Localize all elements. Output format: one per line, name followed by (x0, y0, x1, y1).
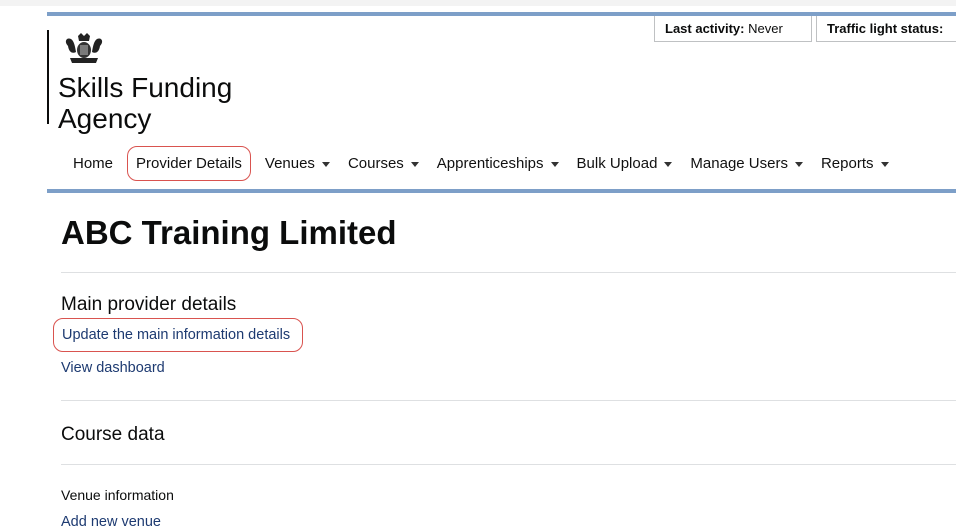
traffic-light-status: Traffic light status: (816, 16, 956, 42)
nav-item-label: Venues (264, 154, 315, 172)
course-data-heading: Course data (61, 424, 165, 445)
brand-name-line2: Agency (58, 103, 152, 134)
top-strip (0, 0, 956, 6)
venue-information-heading: Venue information (61, 487, 174, 503)
nav-item-reports[interactable]: Reports (821, 155, 889, 172)
nav-item-label: Home (73, 154, 114, 172)
nav-item-label: Reports (820, 154, 874, 172)
page-title: ABC Training Limited (61, 214, 397, 251)
nav-item-label: Provider Details (136, 154, 242, 172)
divider (61, 464, 956, 465)
brand-name-line1: Skills Funding (58, 72, 233, 103)
main-navigation: Home Provider Details Venues Courses App… (63, 145, 907, 181)
nav-item-bulk-upload[interactable]: Bulk Upload (577, 155, 673, 172)
royal-crest-icon (60, 32, 106, 66)
nav-item-manage-users[interactable]: Manage Users (690, 155, 803, 172)
divider (61, 272, 956, 273)
divider (61, 400, 956, 401)
caret-down-icon (550, 161, 559, 167)
last-activity-label: Last activity: (665, 21, 745, 36)
brand-name[interactable]: Skills Funding Agency (58, 72, 278, 134)
nav-item-provider-details[interactable]: Provider Details (127, 145, 251, 181)
caret-down-icon (794, 161, 803, 167)
nav-item-label: Bulk Upload (576, 154, 658, 172)
main-provider-details-heading: Main provider details (61, 294, 237, 315)
update-main-information-link[interactable]: Update the main information details (53, 318, 304, 352)
caret-down-icon (880, 161, 889, 167)
traffic-light-label: Traffic light status: (827, 21, 944, 36)
caret-down-icon (321, 161, 330, 167)
nav-item-apprenticeships[interactable]: Apprenticeships (437, 155, 559, 172)
nav-item-courses[interactable]: Courses (348, 155, 419, 172)
last-activity-value: Never (748, 21, 783, 36)
last-activity-status: Last activity: Never (654, 16, 812, 42)
nav-item-label: Courses (347, 154, 404, 172)
brand-rule (47, 30, 49, 124)
add-new-venue-link[interactable]: Add new venue (61, 514, 161, 530)
nav-item-label: Apprenticeships (436, 154, 544, 172)
navigation-bottom-rule (47, 189, 956, 193)
caret-down-icon (410, 161, 419, 167)
view-dashboard-link[interactable]: View dashboard (61, 360, 165, 376)
nav-item-venues[interactable]: Venues (265, 155, 330, 172)
caret-down-icon (664, 161, 673, 167)
nav-item-home[interactable]: Home (73, 155, 113, 172)
nav-item-label: Manage Users (690, 154, 788, 172)
